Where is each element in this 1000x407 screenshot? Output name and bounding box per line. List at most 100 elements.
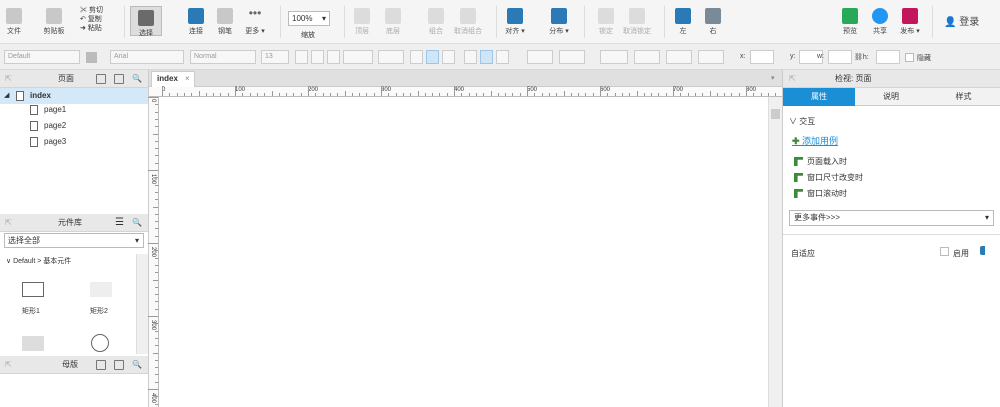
tab-style[interactable]: 样式 xyxy=(927,88,1000,106)
search-icon[interactable]: 🔍 xyxy=(132,356,142,374)
add-page-icon[interactable] xyxy=(96,74,106,84)
left-panel-toggle[interactable]: 左 xyxy=(674,0,692,44)
ruler-tick xyxy=(155,272,158,274)
style-select[interactable]: Default xyxy=(4,50,80,64)
align-center-button[interactable] xyxy=(426,50,439,64)
close-icon[interactable]: × xyxy=(185,72,190,86)
x-label: x: xyxy=(740,53,746,60)
cut-button[interactable]: ✂ 剪切 xyxy=(80,6,103,15)
align-left-button[interactable] xyxy=(410,50,423,64)
vertical-ruler: 0 100 200 300 400 xyxy=(148,97,159,407)
w-input[interactable] xyxy=(828,50,852,64)
widget-rectangle1[interactable] xyxy=(22,282,44,297)
publish-button[interactable]: 发布 ▾ xyxy=(898,0,922,44)
font-weight-select[interactable]: Normal xyxy=(190,50,256,64)
send-to-bottom-button[interactable]: 底层 xyxy=(383,0,403,44)
copy-button[interactable]: ↶ 复制 xyxy=(80,15,103,24)
library-select[interactable]: 选择全部 ▾ xyxy=(4,233,144,248)
right-panel-toggle[interactable]: 右 xyxy=(704,0,722,44)
tab-properties[interactable]: 属性 xyxy=(783,88,855,106)
add-master-icon[interactable] xyxy=(96,360,106,370)
font-color-button[interactable] xyxy=(343,50,373,64)
widget-rectangle2[interactable] xyxy=(90,282,112,297)
valign-bottom-button[interactable] xyxy=(496,50,509,64)
search-icon[interactable]: 🔍 xyxy=(132,214,142,232)
file-button[interactable]: 文件 xyxy=(4,0,24,44)
widget-ellipse[interactable] xyxy=(91,334,109,352)
italic-button[interactable] xyxy=(311,50,324,64)
page-tree-item-page2[interactable]: page2 xyxy=(0,118,148,134)
shadow-button[interactable] xyxy=(559,50,585,64)
event-page-load[interactable]: 页面载入时 xyxy=(794,156,847,167)
interaction-section[interactable]: ∨ 交互 xyxy=(789,116,815,127)
library-panel-header: ⇱ 元件库 ☰ 🔍 xyxy=(0,214,148,232)
arrow-style-button[interactable] xyxy=(698,50,724,64)
line-color-button[interactable] xyxy=(600,50,628,64)
more-events-select[interactable]: 更多事件>>> ▾ xyxy=(789,210,994,226)
search-icon[interactable]: 🔍 xyxy=(132,70,142,88)
fill-color-button[interactable] xyxy=(527,50,553,64)
h-input[interactable] xyxy=(876,50,900,64)
ruler-tick xyxy=(264,93,266,96)
underline-button[interactable] xyxy=(327,50,340,64)
page-tree-item-page3[interactable]: page3 xyxy=(0,134,148,150)
add-folder-icon[interactable] xyxy=(114,360,124,370)
more-tools-button[interactable]: ••• 更多 ▾ xyxy=(242,0,268,44)
distribute-button[interactable]: 分布 ▾ xyxy=(546,0,572,44)
align-button[interactable]: 对齐 ▾ xyxy=(502,0,528,44)
login-button[interactable]: 👤 登录 xyxy=(944,13,979,28)
text-highlight-button[interactable] xyxy=(378,50,404,64)
bring-to-top-button[interactable]: 顶层 xyxy=(352,0,372,44)
line-width-button[interactable] xyxy=(634,50,660,64)
add-case-link[interactable]: ✚ 添加用例 xyxy=(792,134,838,147)
clipboard-button[interactable]: 剪贴板 xyxy=(40,0,68,44)
scroll-thumb[interactable] xyxy=(771,109,780,119)
x-input[interactable] xyxy=(750,50,774,64)
preview-button[interactable]: 预览 xyxy=(840,0,860,44)
ruler-tick xyxy=(665,93,667,96)
format-toolbar: Default Arial Normal 13 x: y: w: ⛓h: 隐藏 xyxy=(0,44,1000,70)
event-window-scroll[interactable]: 窗口滚动时 xyxy=(794,188,847,199)
group-button[interactable]: 组合 xyxy=(426,0,446,44)
share-button[interactable]: 共享 xyxy=(870,0,890,44)
tab-index[interactable]: index × xyxy=(151,71,195,87)
valign-middle-button[interactable] xyxy=(480,50,493,64)
enable-adaptive-checkbox[interactable] xyxy=(940,247,949,256)
y-label: y: xyxy=(790,53,796,60)
unlock-button[interactable]: 取消锁定 xyxy=(622,0,652,44)
hidden-checkbox[interactable] xyxy=(905,53,914,62)
menu-icon[interactable]: ☰ xyxy=(115,214,124,232)
tab-menu-icon[interactable]: ▾ xyxy=(771,74,775,82)
connect-icon xyxy=(188,8,204,24)
select-tool[interactable]: 选择 xyxy=(130,6,162,37)
ruler-tick xyxy=(155,381,158,383)
style-manager-icon[interactable] xyxy=(86,52,97,63)
font-select[interactable]: Arial xyxy=(110,50,184,64)
canvas-scrollbar[interactable] xyxy=(768,97,782,407)
bold-button[interactable] xyxy=(295,50,308,64)
ruler-tick xyxy=(155,221,158,223)
collapse-icon[interactable]: ⇱ xyxy=(789,70,796,88)
file-icon xyxy=(6,8,22,24)
line-style-button[interactable] xyxy=(666,50,692,64)
zoom-select[interactable]: 100% ▾ xyxy=(288,11,330,26)
library-group-header[interactable]: ∨ Default > 基本元件 xyxy=(6,256,71,266)
font-size-select[interactable]: 13 xyxy=(261,50,289,64)
pen-tool[interactable]: 钢笔 xyxy=(214,0,236,44)
add-folder-icon[interactable] xyxy=(114,74,124,84)
inspector-scrollbar[interactable] xyxy=(985,236,1000,407)
connect-tool[interactable]: 连接 xyxy=(185,0,207,44)
paste-button[interactable]: ➜ 粘贴 xyxy=(80,24,103,33)
link-icon[interactable]: ⛓ xyxy=(854,54,863,61)
page-tree-item-page1[interactable]: page1 xyxy=(0,102,148,118)
event-window-resize[interactable]: 窗口尺寸改变时 xyxy=(794,172,863,183)
library-scrollbar[interactable] xyxy=(136,254,148,354)
ungroup-button[interactable]: 取消组合 xyxy=(452,0,484,44)
align-right-button[interactable] xyxy=(442,50,455,64)
widget-image[interactable] xyxy=(22,336,44,351)
valign-top-button[interactable] xyxy=(464,50,477,64)
lock-button[interactable]: 锁定 xyxy=(596,0,616,44)
right-panel-icon xyxy=(705,8,721,24)
tab-notes[interactable]: 说明 xyxy=(855,88,927,106)
ruler-tick xyxy=(148,97,158,98)
